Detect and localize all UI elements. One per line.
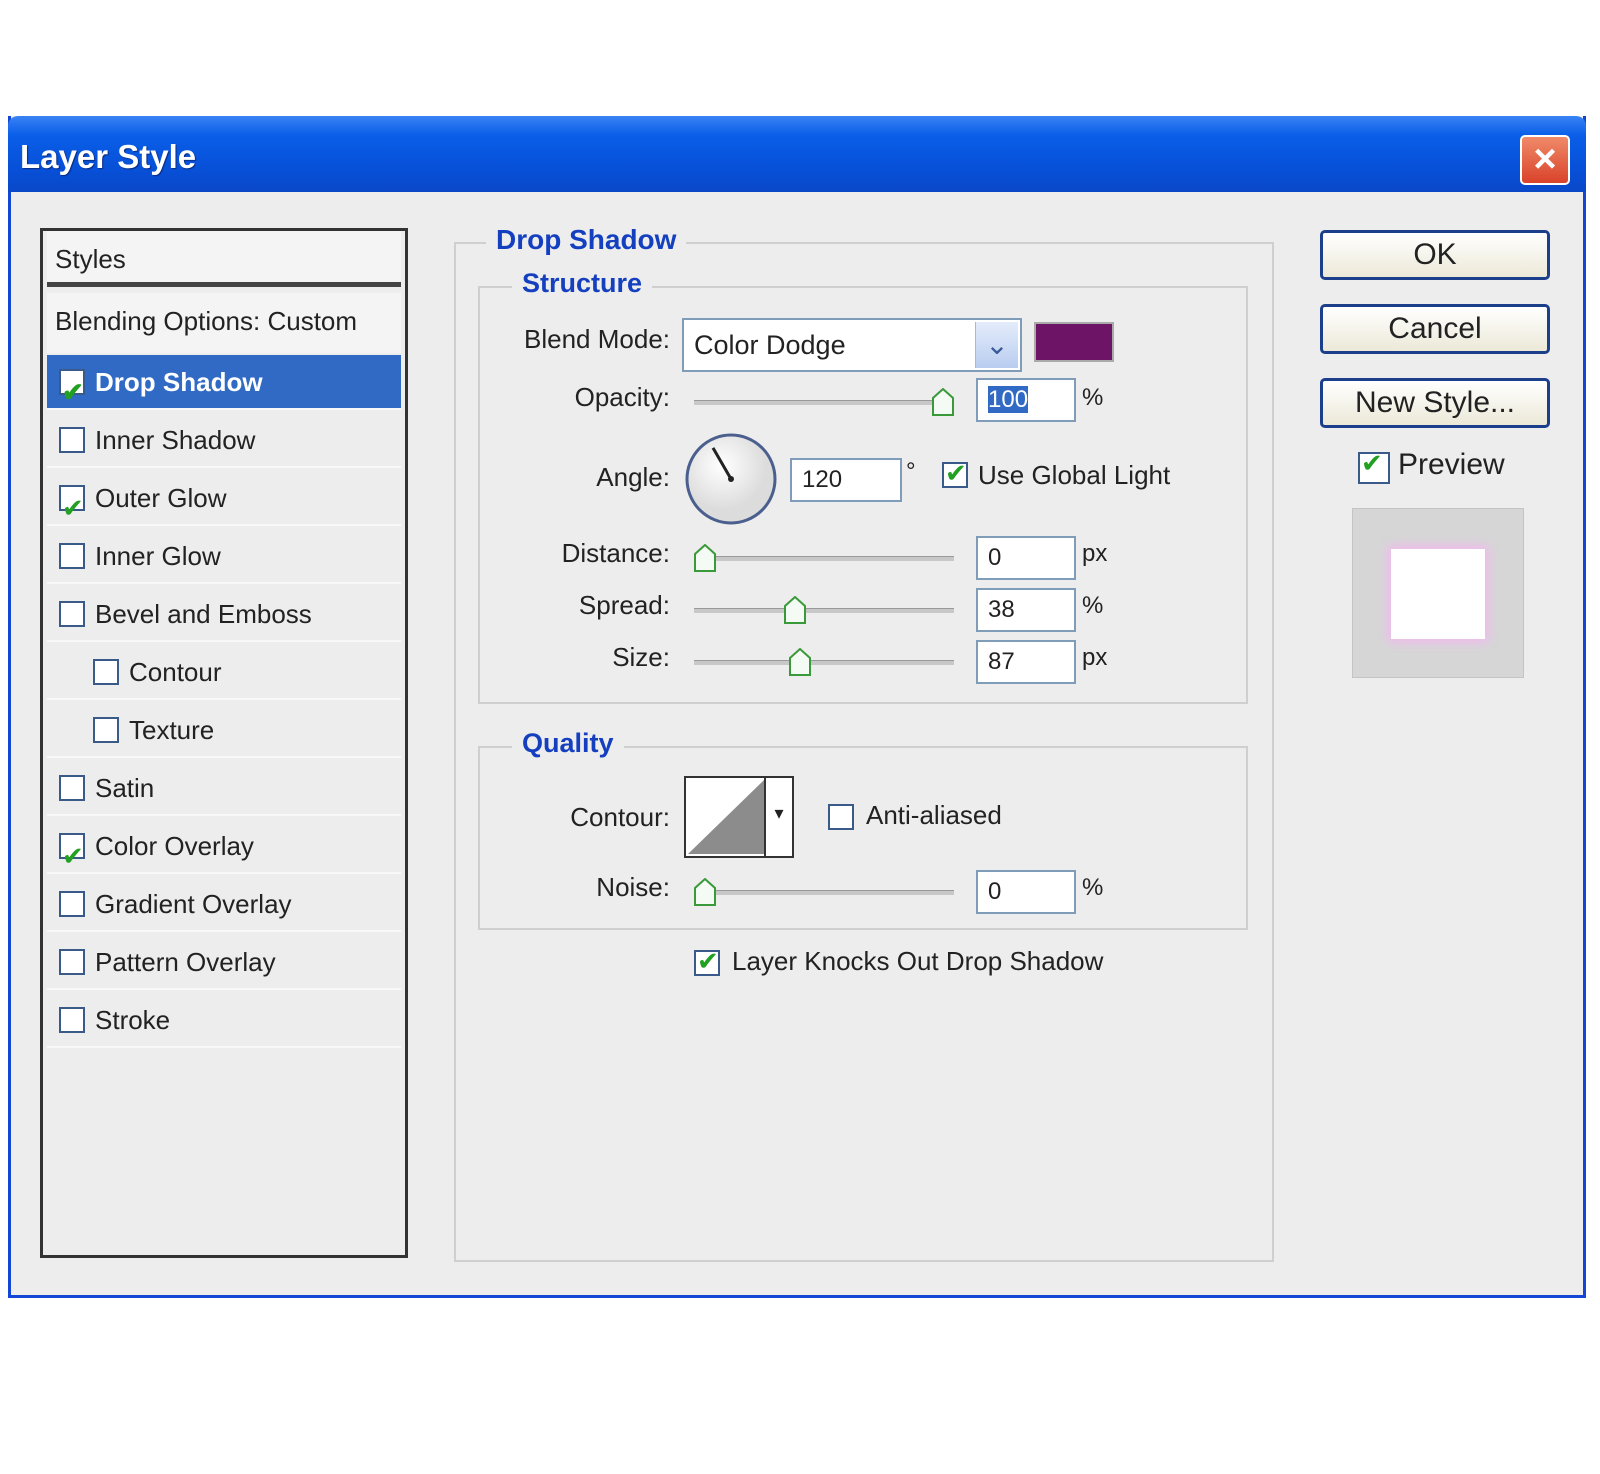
style-item-pattern-overlay[interactable]: Pattern Overlay <box>47 935 401 990</box>
preview-thumbnail <box>1352 508 1524 678</box>
style-item-checkbox[interactable] <box>59 949 85 975</box>
angle-label: Angle: <box>596 462 670 492</box>
styles-header[interactable]: Styles <box>47 231 401 287</box>
size-slider-thumb[interactable] <box>789 648 812 676</box>
noise-slider-thumb[interactable] <box>694 878 716 906</box>
style-item-checkbox[interactable] <box>93 717 119 743</box>
anti-aliased-label: Anti-aliased <box>866 800 1002 830</box>
blend-mode-label: Blend Mode: <box>524 324 670 354</box>
contour-picker[interactable]: ▾ <box>684 776 794 858</box>
layer-knocks-out-label: Layer Knocks Out Drop Shadow <box>732 946 1104 976</box>
quality-title: Quality <box>512 728 624 759</box>
angle-dial[interactable] <box>684 432 778 526</box>
style-item-checkbox[interactable] <box>59 829 85 884</box>
style-item-gradient-overlay[interactable]: Gradient Overlay <box>47 877 401 932</box>
structure-title: Structure <box>512 268 653 299</box>
size-field[interactable]: 87 <box>976 640 1076 684</box>
style-item-label: Drop Shadow <box>95 367 263 397</box>
style-item-checkbox[interactable] <box>59 891 85 917</box>
spread-unit: % <box>1082 592 1104 619</box>
use-global-light-label: Use Global Light <box>978 460 1171 490</box>
title-bar[interactable] <box>8 116 1586 192</box>
preview-swatch <box>1391 549 1485 639</box>
spread-slider-thumb[interactable] <box>784 596 807 624</box>
style-item-contour[interactable]: Contour <box>47 645 401 700</box>
contour-label: Contour: <box>570 802 670 832</box>
spread-slider-track[interactable] <box>694 608 954 613</box>
window-title: Layer Style <box>20 138 197 175</box>
contour-dropdown-icon[interactable]: ▾ <box>764 778 792 856</box>
distance-slider-track[interactable] <box>694 556 954 561</box>
shadow-color-swatch[interactable] <box>1034 322 1114 362</box>
style-item-label: Pattern Overlay <box>95 947 276 977</box>
noise-field[interactable]: 0 <box>976 870 1076 914</box>
distance-slider-thumb[interactable] <box>694 544 716 572</box>
opacity-slider-track[interactable] <box>694 400 954 405</box>
spread-field[interactable]: 38 <box>976 588 1076 632</box>
style-item-color-overlay[interactable]: Color Overlay <box>47 819 401 884</box>
size-slider-track[interactable] <box>694 660 954 665</box>
style-item-label: Bevel and Emboss <box>95 599 312 629</box>
noise-slider-track[interactable] <box>694 890 954 895</box>
use-global-light-checkbox[interactable] <box>942 458 968 489</box>
style-item-label: Color Overlay <box>95 831 254 861</box>
drop-shadow-title: Drop Shadow <box>486 224 687 256</box>
blending-options-item[interactable]: Blending Options: Custom <box>47 293 401 353</box>
style-item-inner-shadow[interactable]: Inner Shadow <box>47 413 401 468</box>
style-item-label: Inner Glow <box>95 541 221 571</box>
spread-label: Spread: <box>578 590 670 620</box>
noise-unit: % <box>1082 874 1104 901</box>
style-item-stroke[interactable]: Stroke <box>47 993 401 1048</box>
new-style-button[interactable]: New Style... <box>1320 378 1550 428</box>
blend-mode-value: Color Dodge <box>694 330 846 360</box>
style-item-label: Satin <box>95 773 155 803</box>
style-item-drop-shadow[interactable]: Drop Shadow <box>47 355 401 420</box>
style-item-label: Inner Shadow <box>95 425 256 455</box>
style-item-checkbox[interactable] <box>59 427 85 453</box>
noise-label: Noise: <box>596 872 670 902</box>
style-item-outer-glow[interactable]: Outer Glow <box>47 471 401 536</box>
angle-field[interactable]: 120 <box>790 458 902 502</box>
style-item-label: Gradient Overlay <box>95 889 292 919</box>
opacity-value: 100 <box>988 386 1029 413</box>
opacity-label: Opacity: <box>574 382 670 412</box>
style-item-checkbox[interactable] <box>93 659 119 685</box>
style-item-checkbox[interactable] <box>59 365 85 420</box>
style-item-texture[interactable]: Texture <box>47 703 401 758</box>
layer-knocks-out-checkbox[interactable] <box>694 946 720 977</box>
opacity-slider-thumb[interactable] <box>932 388 954 416</box>
style-item-checkbox[interactable] <box>59 543 85 569</box>
distance-unit: px <box>1082 540 1108 567</box>
opacity-field[interactable]: 100 <box>976 378 1076 422</box>
opacity-unit: % <box>1082 384 1104 411</box>
styles-list: Styles Blending Options: Custom Drop Sha… <box>40 228 408 1258</box>
distance-field[interactable]: 0 <box>976 536 1076 580</box>
style-item-satin[interactable]: Satin <box>47 761 401 816</box>
angle-unit: ° <box>906 458 916 485</box>
chevron-down-icon[interactable]: ⌄ <box>975 322 1018 368</box>
distance-label: Distance: <box>561 538 670 568</box>
cancel-button[interactable]: Cancel <box>1320 304 1550 354</box>
blend-mode-select[interactable]: Color Dodge ⌄ <box>682 318 1022 372</box>
anti-aliased-checkbox[interactable] <box>828 804 854 830</box>
style-item-checkbox[interactable] <box>59 1007 85 1033</box>
style-item-checkbox[interactable] <box>59 775 85 801</box>
style-item-inner-glow[interactable]: Inner Glow <box>47 529 401 584</box>
style-item-checkbox[interactable] <box>59 601 85 627</box>
style-item-label: Outer Glow <box>95 483 227 513</box>
style-item-checkbox[interactable] <box>59 481 85 536</box>
style-item-label: Texture <box>129 715 215 745</box>
size-label: Size: <box>612 642 670 672</box>
preview-checkbox[interactable] <box>1358 448 1390 484</box>
size-unit: px <box>1082 644 1108 671</box>
preview-label: Preview <box>1398 448 1505 481</box>
style-item-label: Stroke <box>95 1005 171 1035</box>
style-item-label: Contour <box>129 657 222 687</box>
close-icon[interactable]: × <box>1520 135 1570 185</box>
style-item-bevel-and-emboss[interactable]: Bevel and Emboss <box>47 587 401 642</box>
ok-button[interactable]: OK <box>1320 230 1550 280</box>
